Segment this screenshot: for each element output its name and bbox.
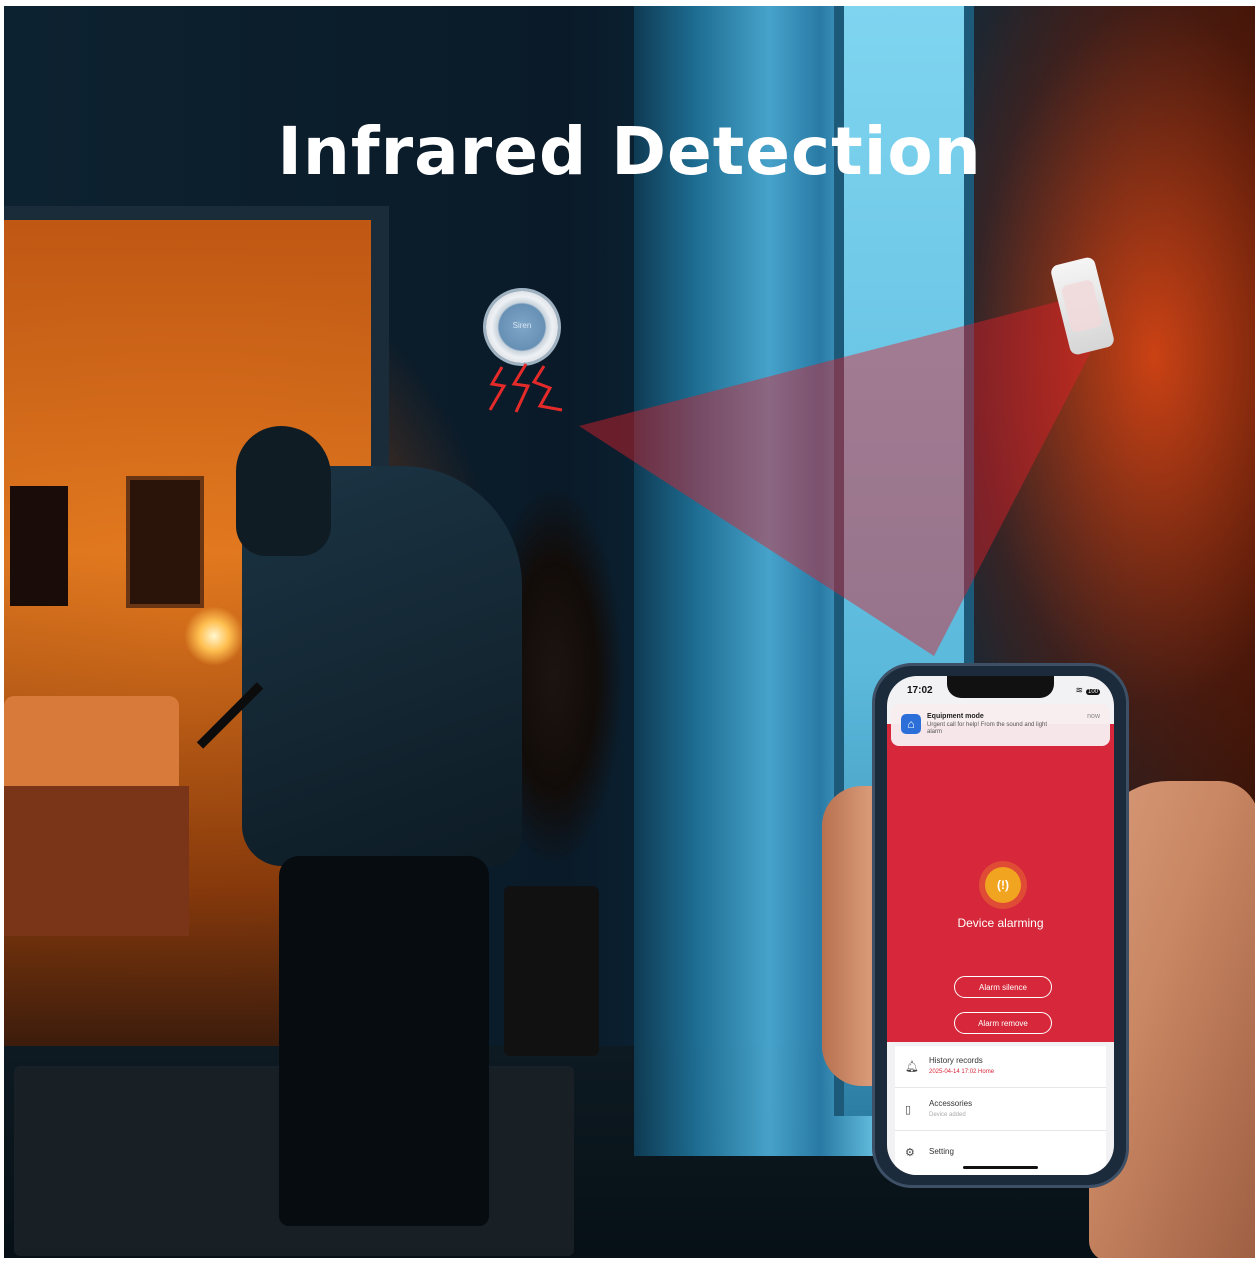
list-item-title: Setting xyxy=(929,1147,954,1156)
home-indicator[interactable] xyxy=(963,1166,1038,1169)
accessories-icon: ▯ xyxy=(905,1104,912,1116)
bell-icon: 🔔︎ xyxy=(905,1061,919,1073)
list-item-title: History records xyxy=(929,1056,983,1065)
list-item-history-records[interactable]: 🔔︎ History records 2025-04-14 17:02 Home xyxy=(895,1046,1106,1088)
battery-indicator: 100 xyxy=(1085,689,1100,695)
status-time: 17:02 xyxy=(907,685,933,696)
alarm-sound-icon xyxy=(488,363,563,413)
wifi-icon: ≋ xyxy=(1075,685,1083,695)
home-icon: ⌂ xyxy=(901,714,921,734)
list-item-accessories[interactable]: ▯ Accessories Device added xyxy=(895,1089,1106,1131)
settings-list: 🔔︎ History records 2025-04-14 17:02 Home… xyxy=(895,1046,1106,1175)
siren-device: Siren xyxy=(486,291,558,363)
alarm-panel: (!) Device alarming Alarm silence Alarm … xyxy=(887,724,1114,1042)
notification-title: Equipment mode xyxy=(927,713,984,720)
push-notification[interactable]: ⌂ Equipment mode Urgent call for help! F… xyxy=(891,704,1110,746)
list-item-subtitle: 2025-04-14 17:02 Home xyxy=(929,1069,995,1075)
phone-notch xyxy=(947,676,1054,698)
page-title: Infrared Detection xyxy=(277,113,982,190)
list-item-subtitle: Device added xyxy=(929,1112,966,1118)
intruder-legs xyxy=(279,856,489,1226)
smartphone: 17:02 ≋ 100 (!) Device alarming Alarm sil… xyxy=(872,663,1129,1188)
alarm-status-text: Device alarming xyxy=(957,916,1044,930)
status-icons: ≋ 100 xyxy=(1075,685,1100,696)
list-item-title: Accessories xyxy=(929,1099,973,1108)
notification-time: now xyxy=(1087,713,1100,720)
intruder-hood xyxy=(236,426,331,556)
notification-body: Urgent call for help! From the sound and… xyxy=(927,722,1048,735)
alarm-silence-button[interactable]: Alarm silence xyxy=(954,976,1052,998)
phone-screen: 17:02 ≋ 100 (!) Device alarming Alarm sil… xyxy=(887,676,1114,1175)
alarm-remove-button[interactable]: Alarm remove xyxy=(954,1012,1052,1034)
sensor-lens xyxy=(1060,278,1104,334)
gear-icon: ⚙ xyxy=(905,1147,915,1159)
siren-label: Siren xyxy=(512,321,532,330)
alarm-warning-icon: (!) xyxy=(985,867,1021,903)
